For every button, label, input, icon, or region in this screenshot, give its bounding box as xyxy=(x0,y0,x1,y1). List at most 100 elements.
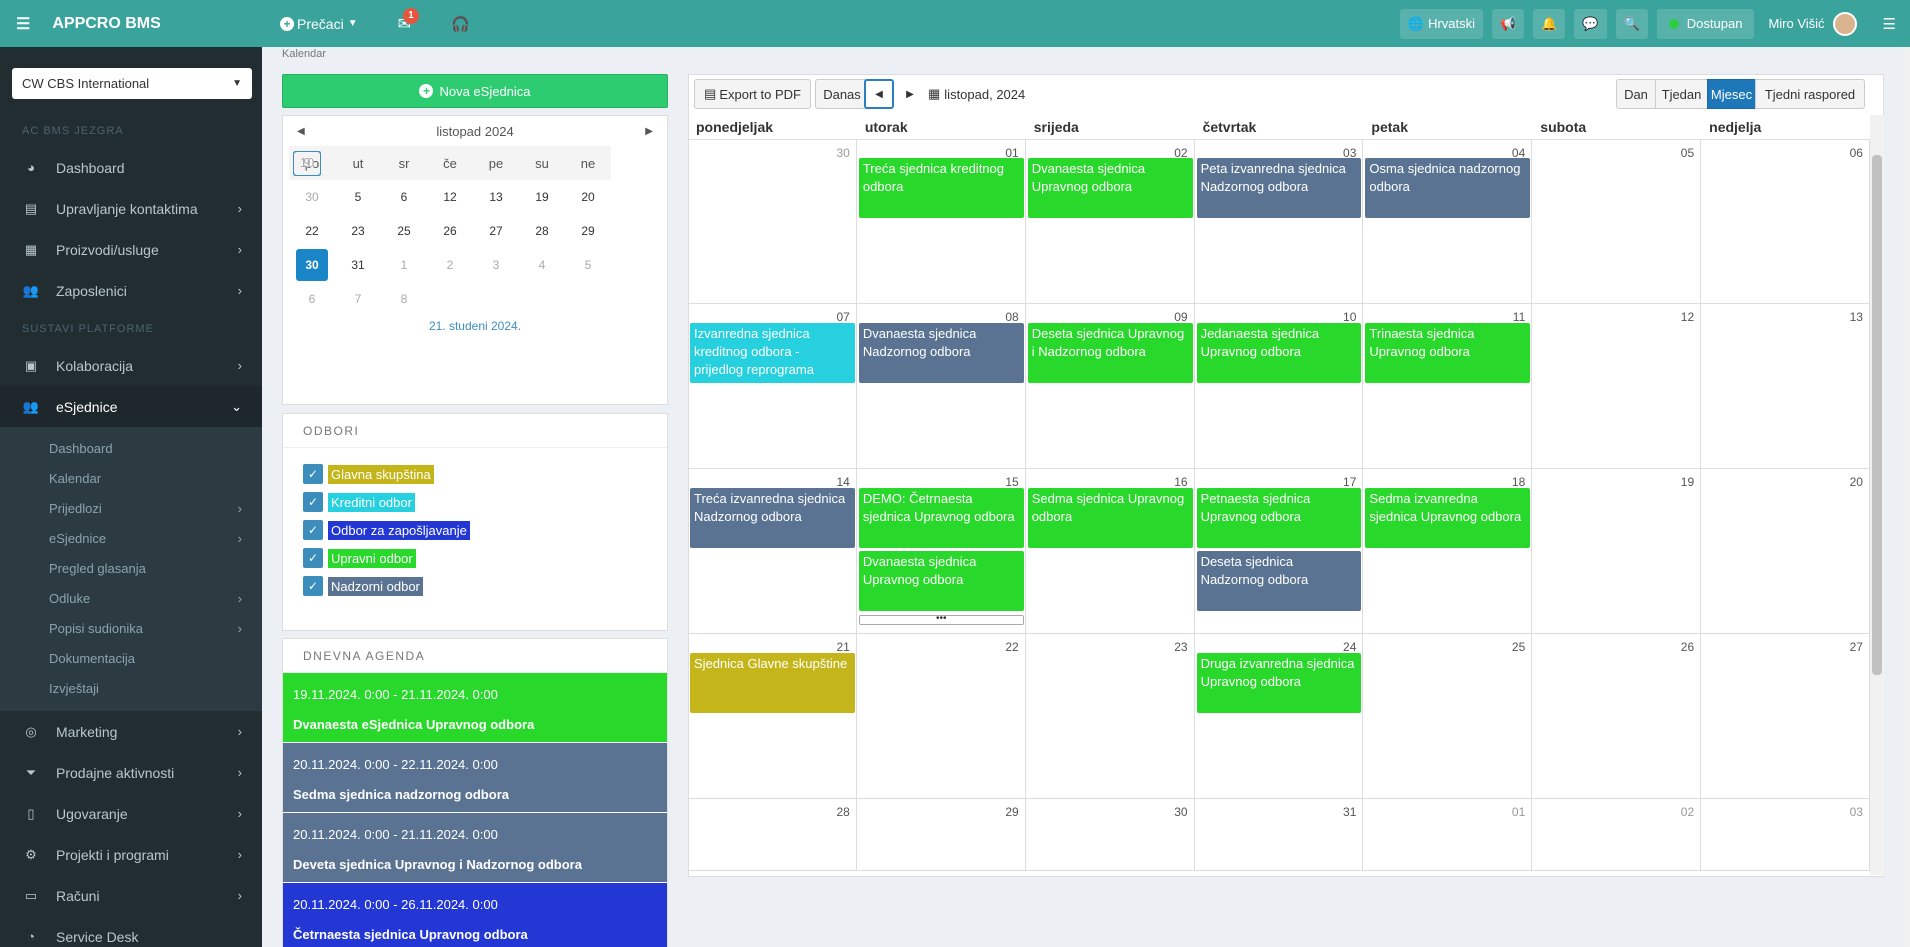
mini-day[interactable]: 5 xyxy=(565,248,611,282)
mini-day[interactable]: 3 xyxy=(473,248,519,282)
prev-button[interactable]: ◀ xyxy=(864,79,894,109)
mini-day[interactable]: 12 xyxy=(427,180,473,214)
agenda-item[interactable]: 19.11.2024. 0:00 - 21.11.2024. 0:00 Dvana… xyxy=(283,673,667,743)
submenu-prijedlozi[interactable]: Prijedlozi › xyxy=(0,493,262,523)
view-month-button[interactable]: Mjesec xyxy=(1707,79,1756,109)
day-cell[interactable]: 23 xyxy=(1025,634,1195,799)
sidebar-item-marketing[interactable]: ◎ Marketing › xyxy=(0,711,262,752)
day-number[interactable]: 14 xyxy=(836,475,849,489)
mini-day[interactable]: 25 xyxy=(381,214,427,248)
day-cell[interactable]: 30 xyxy=(688,139,857,304)
calendar-scroll-thumb[interactable] xyxy=(1872,155,1882,675)
submenu-attendees[interactable]: Popisi sudionika › xyxy=(0,613,262,643)
submenu-esjednice[interactable]: eSjednice › xyxy=(0,523,262,553)
calendar-event[interactable]: Treća sjednica kreditnog odbora xyxy=(858,158,1024,218)
day-number[interactable]: 30 xyxy=(836,146,849,160)
mini-day[interactable]: 29 xyxy=(565,214,611,248)
view-day-button[interactable]: Dan xyxy=(1616,79,1656,109)
calendar-event[interactable]: Sedma sjednica Upravnog odbora xyxy=(1027,488,1193,548)
mini-day[interactable]: 31 xyxy=(335,248,381,282)
agenda-item[interactable]: 20.11.2024. 0:00 - 22.11.2024. 0:00 Sedma… xyxy=(283,743,667,813)
submenu-documentation[interactable]: Dokumentacija xyxy=(0,643,262,673)
mini-day[interactable]: 6 xyxy=(289,282,335,316)
today-button[interactable]: Danas xyxy=(815,79,869,109)
calendar-event[interactable]: Jedanaesta sjednica Upravnog odbora xyxy=(1196,323,1362,383)
calendar-event[interactable]: Deseta sjednica Upravnog i Nadzornog odb… xyxy=(1027,323,1193,383)
day-number[interactable]: 13 xyxy=(1850,310,1863,324)
odbor-filter-row[interactable]: ✓ Odbor za zapošljavanje xyxy=(303,516,667,544)
day-number[interactable]: 10 xyxy=(1343,310,1356,324)
user-menu[interactable]: Miro Višić xyxy=(1768,11,1857,36)
day-number[interactable]: 06 xyxy=(1850,146,1863,160)
mini-day[interactable]: 8 xyxy=(381,282,427,316)
odbor-filter-row[interactable]: ✓ Upravni odbor xyxy=(303,544,667,572)
day-cell[interactable]: 25 xyxy=(1363,634,1533,799)
agenda-item[interactable]: 20.11.2024. 0:00 - 26.11.2024. 0:00 Četrn… xyxy=(283,883,667,947)
day-cell[interactable]: 13 xyxy=(1701,304,1870,469)
day-cell[interactable]: 30 xyxy=(1025,799,1195,871)
day-number[interactable]: 21 xyxy=(836,640,849,654)
day-number[interactable]: 02 xyxy=(1681,805,1694,819)
day-number[interactable]: 17 xyxy=(1343,475,1356,489)
right-menu-icon[interactable]: ☰ xyxy=(1883,15,1896,33)
calendar-event[interactable]: Osma sjednica nadzornog odbora xyxy=(1365,158,1531,218)
shortcuts-menu[interactable]: + Prečaci ▼ xyxy=(280,16,358,32)
day-number[interactable]: 18 xyxy=(1512,475,1525,489)
day-cell[interactable]: 05 xyxy=(1532,139,1702,304)
calendar-event[interactable]: Trinaesta sjednica Upravnog odbora xyxy=(1365,323,1531,383)
calendar-event[interactable]: Druga izvanredna sjednica Upravnog odbor… xyxy=(1196,653,1362,713)
app-title[interactable]: APPCRO BMS xyxy=(52,15,160,33)
announcements-button[interactable]: 📢 xyxy=(1492,8,1525,39)
mini-day[interactable]: 5 xyxy=(335,180,381,214)
day-cell[interactable]: 20 xyxy=(1701,469,1870,634)
day-number[interactable]: 07 xyxy=(836,310,849,324)
company-select[interactable]: CW CBS International ▼ xyxy=(12,68,252,99)
day-cell[interactable]: 27 xyxy=(1701,634,1870,799)
view-week-button[interactable]: Tjedan xyxy=(1655,79,1708,109)
mini-day[interactable]: 27 xyxy=(473,214,519,248)
day-number[interactable]: 09 xyxy=(1174,310,1187,324)
mini-day[interactable]: 13 xyxy=(473,180,519,214)
notifications-button[interactable]: 🔔 xyxy=(1533,8,1566,39)
day-cell[interactable]: 22 xyxy=(856,634,1026,799)
calendar-event[interactable]: Dvanaesta sjednica Upravnog odbora xyxy=(858,551,1024,611)
day-number[interactable]: 01 xyxy=(1512,805,1525,819)
mini-day[interactable]: 7 xyxy=(335,282,381,316)
odbor-filter-row[interactable]: ✓ Nadzorni odbor xyxy=(303,572,667,600)
submenu-voting[interactable]: Pregled glasanja xyxy=(0,553,262,583)
day-number[interactable]: 25 xyxy=(1512,640,1525,654)
sidebar-item-employees[interactable]: 👥 Zaposlenici › xyxy=(0,270,262,311)
search-button[interactable]: 🔍 xyxy=(1615,8,1648,39)
day-cell[interactable]: 12 xyxy=(1532,304,1702,469)
language-button[interactable]: 🌐 Hrvatski xyxy=(1399,8,1484,39)
mini-day[interactable]: 2 xyxy=(427,248,473,282)
day-number[interactable]: 29 xyxy=(1005,805,1018,819)
submenu-decisions[interactable]: Odluke › xyxy=(0,583,262,613)
day-number[interactable]: 05 xyxy=(1681,146,1694,160)
mini-day[interactable]: 20 xyxy=(565,180,611,214)
mini-day[interactable]: 23 xyxy=(335,214,381,248)
calendar-event[interactable]: Sjednica Glavne skupštine xyxy=(690,653,855,713)
day-cell[interactable]: 01 xyxy=(1363,799,1533,871)
submenu-dashboard[interactable]: Dashboard xyxy=(0,433,262,463)
calendar-event[interactable]: Petnaesta sjednica Upravnog odbora xyxy=(1196,488,1362,548)
calendar-event[interactable]: Dvanaesta sjednica Nadzornog odbora xyxy=(858,323,1024,383)
day-cell[interactable]: 29 xyxy=(856,799,1026,871)
sidebar-item-contacts[interactable]: ▤ Upravljanje kontaktima › xyxy=(0,188,262,229)
checkbox-icon[interactable]: ✓ xyxy=(303,520,323,540)
checkbox-icon[interactable]: ✓ xyxy=(303,576,323,596)
support-button[interactable]: 🎧 xyxy=(451,15,470,33)
mini-day[interactable]: 22 xyxy=(289,214,335,248)
calendar-event[interactable]: Deseta sjednica Nadzornog odbora xyxy=(1196,551,1362,611)
mini-day[interactable]: 10 xyxy=(289,146,325,180)
calendar-event[interactable]: Sedma izvanredna sjednica Upravnog odbor… xyxy=(1365,488,1531,548)
more-events-button[interactable]: ••• xyxy=(858,614,1024,625)
day-cell[interactable]: 26 xyxy=(1532,634,1702,799)
odbor-filter-row[interactable]: ✓ Kreditni odbor xyxy=(303,488,667,516)
agenda-item[interactable]: 20.11.2024. 0:00 - 21.11.2024. 0:00 Devet… xyxy=(283,813,667,883)
day-cell[interactable]: 19 xyxy=(1532,469,1702,634)
odbor-filter-row[interactable]: ✓ Glavna skupština xyxy=(303,460,667,488)
mini-day[interactable]: 26 xyxy=(427,214,473,248)
status-button[interactable]: Dostupan xyxy=(1656,8,1755,39)
checkbox-icon[interactable]: ✓ xyxy=(303,492,323,512)
